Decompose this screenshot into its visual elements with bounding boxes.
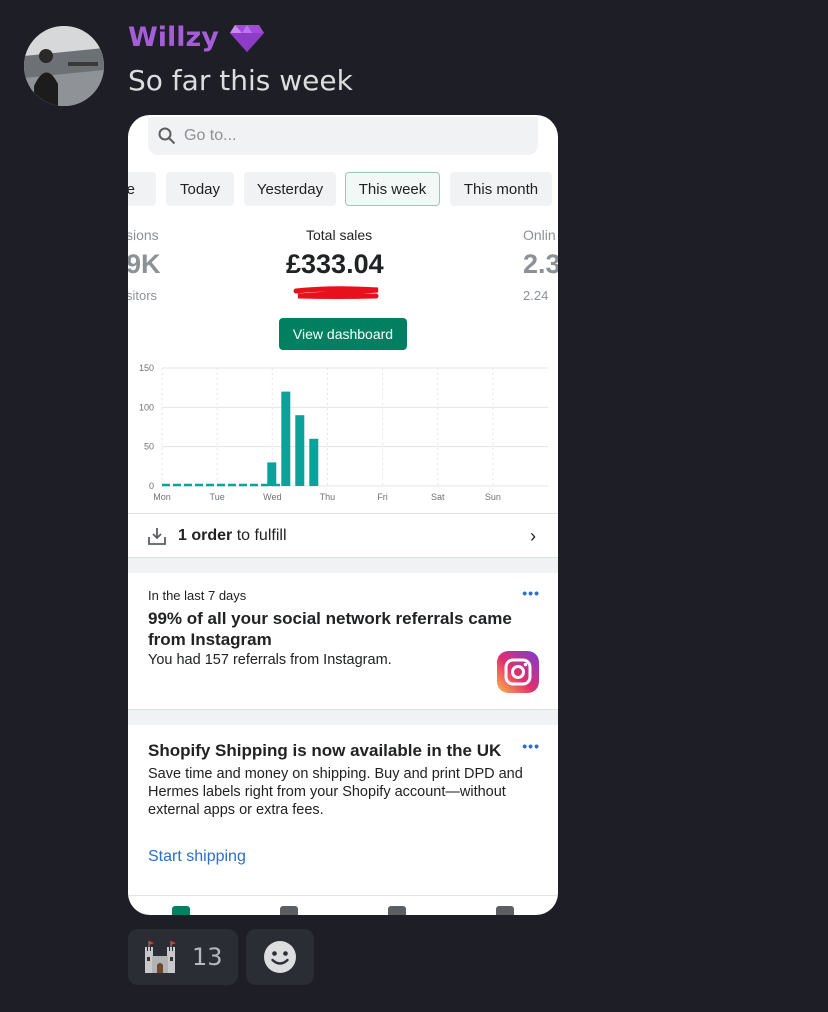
more-options-icon[interactable]: ••• [522, 738, 540, 754]
download-tray-icon [148, 527, 166, 545]
home-tab-icon[interactable] [172, 906, 190, 915]
avatar[interactable] [24, 26, 104, 106]
total-sales-value: £333.04 [286, 249, 384, 279]
chip-today[interactable]: Today [166, 172, 234, 206]
stat-online-sub: 2.24 [523, 288, 549, 303]
x-tick-label: Wed [263, 492, 281, 502]
instagram-icon [497, 651, 539, 693]
stat-online-value: 2.3 [523, 249, 558, 279]
start-shipping-link[interactable]: Start shipping [148, 848, 246, 866]
castle-emoji-icon [145, 941, 176, 973]
insight-kicker: In the last 7 days [148, 588, 247, 603]
fulfill-suffix: to fulfill [232, 526, 287, 544]
section-divider [128, 709, 558, 725]
bottom-nav [128, 895, 558, 915]
search-icon [158, 127, 176, 145]
attached-image[interactable]: Go to... ve Today Yesterday This week Th… [128, 115, 558, 915]
bar [309, 438, 319, 486]
smiley-icon [264, 941, 296, 973]
total-sales-label: Total sales [306, 227, 373, 243]
fulfill-text: 1 order to fulfill [178, 527, 287, 545]
y-tick-label: 0 [149, 481, 154, 491]
chevron-right-icon: › [530, 526, 536, 546]
x-tick-label: Mon [153, 492, 171, 502]
chip-this-week[interactable]: This week [345, 172, 440, 206]
date-range-chips: ve Today Yesterday This week This month [128, 172, 558, 208]
fulfill-count: 1 order [178, 526, 233, 544]
chat-message: Willzy So far this week Go to... ve Toda… [0, 0, 828, 1012]
chip-live[interactable]: ve [128, 172, 156, 206]
chip-this-month[interactable]: This month [450, 172, 552, 206]
redaction-scribble [293, 286, 379, 299]
message-text: So far this week [128, 64, 353, 97]
reaction-castle[interactable]: 13 [128, 929, 238, 985]
insight-title: 99% of all your social network referrals… [148, 609, 512, 649]
stat-online-label: Onlin [523, 227, 556, 243]
stat-sessions-sub: sitors [128, 288, 158, 303]
search-placeholder: Go to... [184, 127, 237, 144]
insight-body: You had 157 referrals from Instagram. [148, 652, 392, 668]
bar [281, 391, 291, 486]
add-reaction-button[interactable] [246, 929, 314, 985]
sales-chart: 0 50 100 150 Mon Tue Wed Thu Fri Sat Sun [139, 363, 548, 502]
author-name[interactable]: Willzy [128, 22, 265, 53]
y-tick-label: 150 [139, 363, 154, 373]
bar [295, 415, 305, 486]
author-label[interactable]: Willzy [128, 22, 219, 53]
section-divider [128, 557, 558, 573]
shipping-body: Save time and money on shipping. Buy and… [148, 766, 523, 818]
stat-sessions-value: 9K [128, 249, 161, 279]
view-dashboard-button[interactable]: View dashboard [279, 318, 407, 350]
orders-tab-icon[interactable] [280, 906, 298, 915]
x-tick-label: Tue [210, 492, 225, 502]
x-tick-label: Thu [320, 492, 336, 502]
more-options-icon[interactable]: ••• [522, 585, 540, 601]
gem-icon [229, 24, 264, 52]
shipping-title: Shopify Shipping is now available in the… [148, 741, 502, 760]
y-tick-label: 50 [144, 442, 154, 452]
x-tick-label: Sun [485, 492, 501, 502]
chip-yesterday[interactable]: Yesterday [244, 172, 336, 206]
stat-sessions-label: sions [128, 227, 159, 243]
search-bar[interactable]: Go to... [148, 117, 538, 155]
reaction-count: 13 [192, 943, 223, 971]
orders-to-fulfill-row[interactable]: 1 order to fulfill › [128, 513, 558, 557]
y-tick-label: 100 [139, 402, 154, 412]
store-tab-icon[interactable] [496, 906, 514, 915]
x-tick-label: Sat [431, 492, 445, 502]
products-tab-icon[interactable] [388, 906, 406, 915]
x-tick-label: Fri [377, 492, 388, 502]
bar [267, 462, 277, 486]
